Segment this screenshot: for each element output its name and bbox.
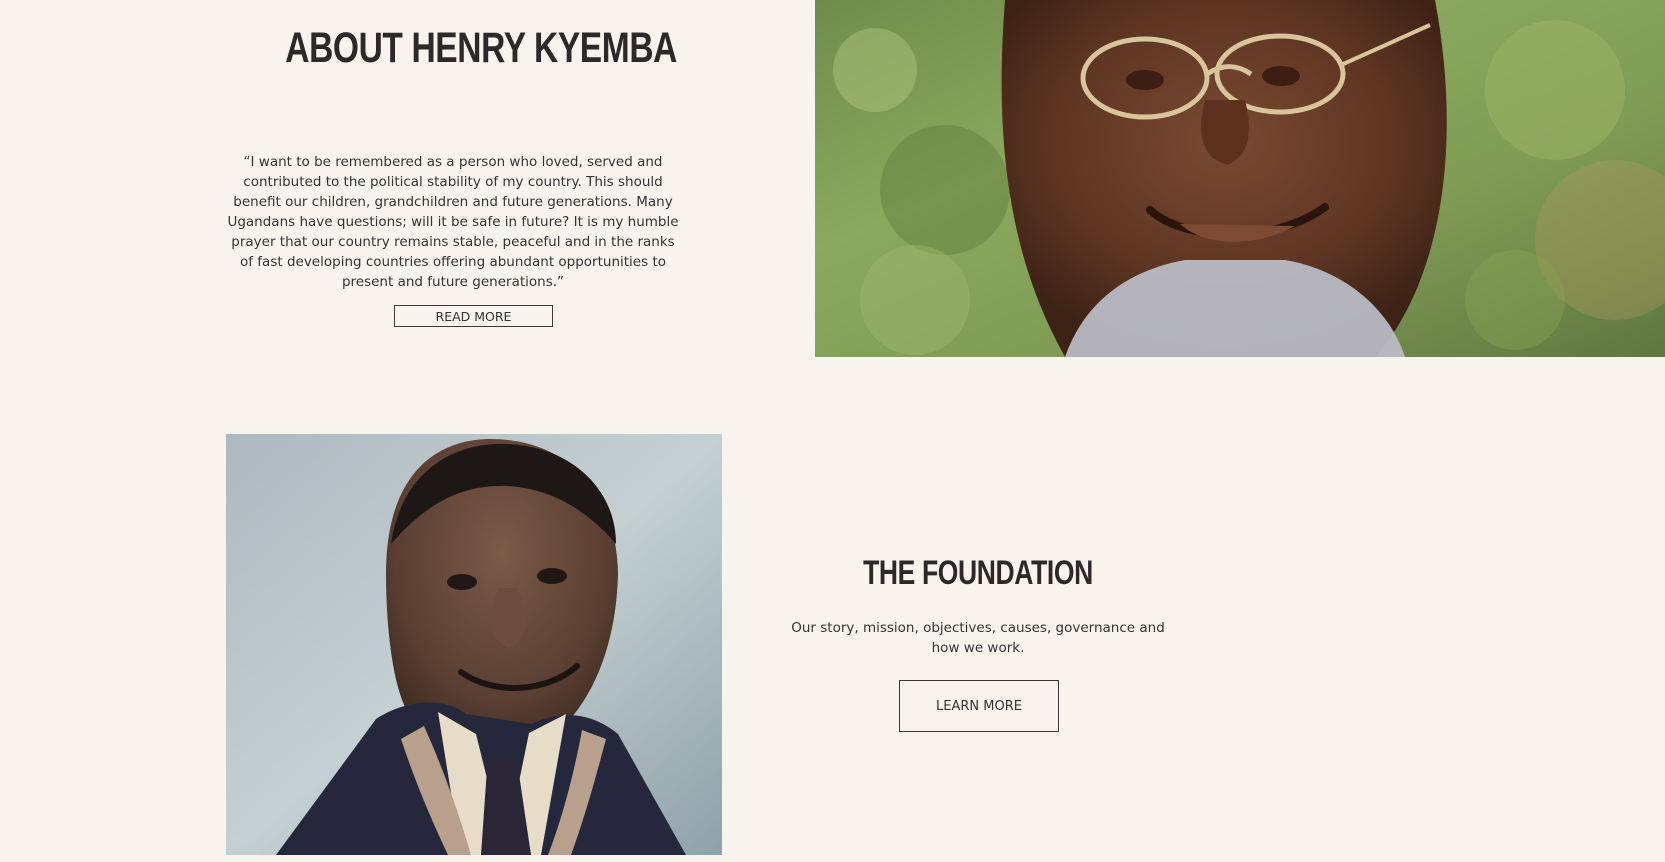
henry-kyemba-portrait-illustration: [815, 0, 1665, 357]
learn-more-button[interactable]: LEARN MORE: [899, 680, 1059, 732]
read-more-button[interactable]: READ MORE: [394, 305, 553, 327]
young-henry-kyemba-photo: [226, 434, 722, 855]
foundation-description: Our story, mission, objectives, causes, …: [791, 620, 1165, 656]
henry-kyemba-quote: “I want to be remembered as a person who…: [227, 154, 679, 290]
about-heading: ABOUT HENRY KYEMBA: [285, 24, 678, 72]
foundation-heading: THE FOUNDATION: [863, 554, 1093, 592]
henry-kyemba-portrait-photo: [815, 0, 1665, 357]
young-henry-kyemba-illustration: [226, 434, 722, 855]
